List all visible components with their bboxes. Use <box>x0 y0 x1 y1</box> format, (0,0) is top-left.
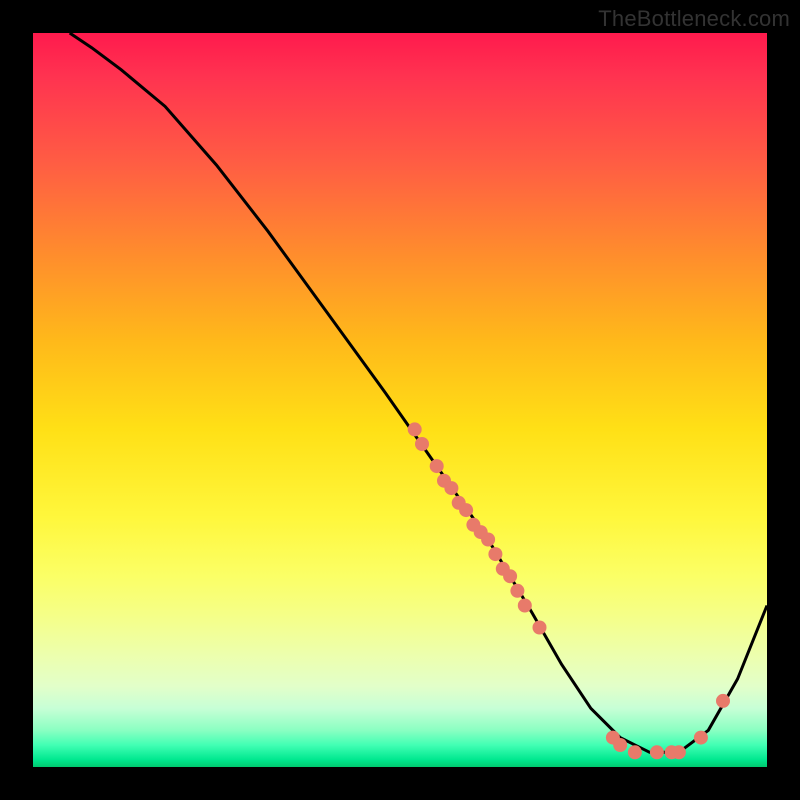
scatter-point <box>408 422 422 436</box>
chart-outer: TheBottleneck.com <box>0 0 800 800</box>
plot-area <box>33 33 767 767</box>
scatter-point <box>533 621 547 635</box>
scatter-point <box>672 745 686 759</box>
scatter-point <box>474 525 488 539</box>
scatter-point <box>716 694 730 708</box>
scatter-point <box>510 584 524 598</box>
scatter-markers <box>408 422 730 759</box>
scatter-point <box>444 481 458 495</box>
curve-line <box>70 33 767 752</box>
scatter-point <box>606 731 620 745</box>
scatter-point <box>665 745 679 759</box>
scatter-point <box>503 569 517 583</box>
scatter-point <box>628 745 642 759</box>
scatter-point <box>496 562 510 576</box>
chart-svg <box>33 33 767 767</box>
scatter-point <box>650 745 664 759</box>
scatter-point <box>437 474 451 488</box>
scatter-point <box>466 518 480 532</box>
scatter-point <box>488 547 502 561</box>
scatter-point <box>415 437 429 451</box>
scatter-point <box>518 599 532 613</box>
scatter-point <box>481 533 495 547</box>
watermark-text: TheBottleneck.com <box>598 6 790 32</box>
scatter-point <box>694 731 708 745</box>
scatter-point <box>459 503 473 517</box>
scatter-point <box>452 496 466 510</box>
scatter-point <box>430 459 444 473</box>
scatter-point <box>613 738 627 752</box>
